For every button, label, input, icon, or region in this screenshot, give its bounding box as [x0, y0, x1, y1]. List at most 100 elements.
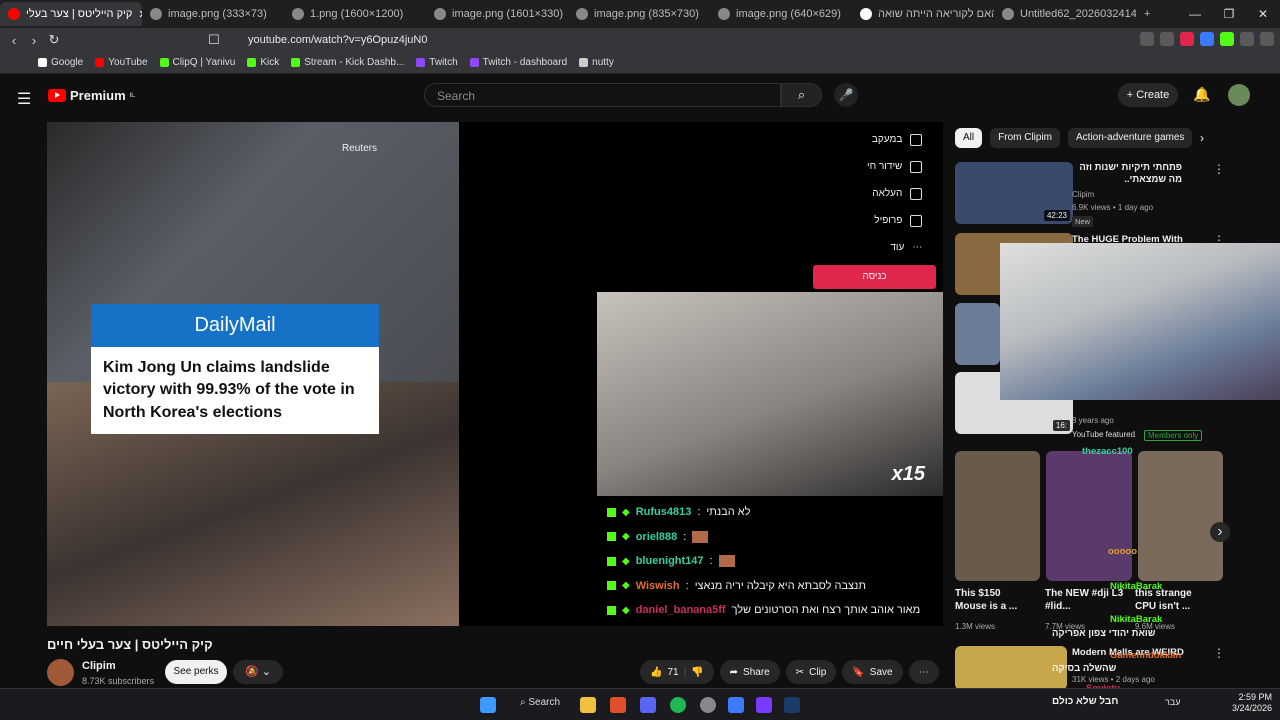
menu-following[interactable]: במעקב [867, 126, 923, 153]
more-dots-icon[interactable]: ⋮ [1213, 646, 1225, 660]
menu-more[interactable]: עוד ⋯ [867, 234, 922, 261]
bookmark-twitch-dashboard[interactable]: Twitch - dashboard [469, 57, 567, 68]
notifications-bell-icon[interactable]: 🔔 [1193, 86, 1210, 103]
channel-name[interactable]: Clipim [82, 660, 116, 672]
create-button[interactable]: + Create [1118, 83, 1178, 107]
tab-youtube[interactable]: קיק הייליטס | צער בעלי✕ [0, 2, 142, 26]
chip-all[interactable]: All [955, 128, 983, 148]
chevron-right-icon[interactable]: › [1200, 131, 1204, 145]
video-player[interactable]: Reuters DailyMail Kim Jong Un claims lan… [47, 122, 943, 626]
kick-badge-icon [607, 532, 616, 542]
window-controls: — ❐ ✕ [1178, 0, 1280, 28]
youtube-logo[interactable]: Premium IL [48, 88, 135, 103]
start-icon[interactable] [480, 697, 496, 713]
chevron-right-icon[interactable]: › [1210, 522, 1230, 542]
share-button[interactable]: ➦ Share [719, 660, 780, 684]
bookmark-google[interactable]: Google [38, 57, 83, 68]
app-icon[interactable] [728, 697, 744, 713]
language-indicator[interactable]: עבר [1165, 697, 1180, 707]
extension-icon[interactable] [1200, 32, 1214, 46]
forward-icon[interactable]: › [24, 33, 44, 48]
channel-avatar[interactable] [47, 659, 74, 686]
more-dots-icon[interactable]: ⋮ [1213, 162, 1225, 176]
minimize-icon[interactable]: — [1178, 0, 1212, 28]
menu-icon[interactable] [1260, 32, 1274, 46]
tab-image-2[interactable]: 1.png (1600×1200) [284, 2, 426, 26]
streamer-webcam: x15 [597, 292, 943, 496]
daily-mail-card: DailyMail Kim Jong Un claims landslide v… [91, 304, 379, 434]
bookmark-kick[interactable]: Kick [247, 57, 279, 68]
spotify-icon[interactable] [670, 697, 686, 713]
account-avatar[interactable] [1228, 84, 1250, 106]
app-icon[interactable] [756, 697, 772, 713]
chip-action-adventure[interactable]: Action-adventure games [1068, 128, 1193, 148]
extension-icon[interactable] [1240, 32, 1254, 46]
close-window-icon[interactable]: ✕ [1246, 0, 1280, 28]
diamond-icon: ◆ [622, 580, 630, 592]
share-icon[interactable] [1160, 32, 1174, 46]
share-icon: ➦ [729, 666, 739, 678]
clip-button[interactable]: ✂ Clip [785, 660, 837, 684]
browser-tab-bar: קיק הייליטס | צער בעלי✕ image.png (333×7… [0, 0, 1280, 28]
steam-icon[interactable] [784, 697, 800, 713]
rec-thumbnail[interactable] [955, 303, 1000, 365]
rec-channel[interactable]: Clipim [1072, 190, 1094, 199]
bookmark-icon[interactable]: ☐ [204, 32, 224, 48]
tab-image-3[interactable]: image.png (1601×330) [426, 2, 568, 26]
tab-image-5[interactable]: image.png (640×629) [710, 2, 852, 26]
tab-korea[interactable]: האם לקוריאה הייתה שואה - [852, 2, 994, 26]
search-input[interactable]: Search [424, 83, 781, 107]
short-title[interactable]: This $150 Mouse is a ... [955, 588, 1035, 613]
short-thumbnail[interactable] [1046, 451, 1132, 581]
bookmark-clipq[interactable]: ClipQ | Yanivu [159, 57, 235, 68]
tab-image-4[interactable]: image.png (835×730) [568, 2, 710, 26]
extension-icon[interactable] [1220, 32, 1234, 46]
search-button[interactable]: ⌕ [781, 83, 822, 107]
tab-untitled[interactable]: Untitled62_20260324145350.p [994, 2, 1136, 26]
short-thumbnail[interactable] [1137, 451, 1223, 581]
bookmark-twitch[interactable]: Twitch [416, 57, 458, 68]
kick-login-button[interactable]: כניסה [813, 265, 936, 289]
tab-label: Untitled62_20260324145350.p [1020, 8, 1136, 20]
reload-icon[interactable]: ↻ [44, 32, 64, 48]
file-explorer-icon[interactable] [580, 697, 596, 713]
discord-icon[interactable] [640, 697, 656, 713]
taskbar-clock[interactable]: 2:59 PM 3/24/2026 [1232, 692, 1272, 714]
rec-thumbnail[interactable]: 42:23 [955, 162, 1073, 224]
more-actions-button[interactable]: ⋯ [908, 660, 939, 684]
kick-badge-icon [607, 581, 616, 591]
menu-profile[interactable]: פרופיל [867, 207, 923, 234]
upload-icon [910, 187, 923, 200]
maximize-icon[interactable]: ❐ [1212, 0, 1246, 28]
more-dots-icon: ⋯ [918, 666, 929, 678]
voice-search-icon[interactable]: 🎤 [834, 83, 858, 107]
rec-title[interactable]: פתחתי תיקיות ישנות וזה מה שמצאתי.. [1072, 162, 1182, 186]
brave-icon[interactable] [610, 697, 626, 713]
taskbar-search[interactable]: ⌕ Search [520, 697, 560, 708]
overlay-chat-user: Gamehndokkan [1110, 650, 1182, 661]
thumbs-down-icon: 👎 [691, 666, 704, 678]
shield-icon[interactable] [1180, 32, 1194, 46]
see-perks-button[interactable]: See perks [165, 660, 227, 684]
back-icon[interactable]: ‹ [4, 33, 24, 48]
menu-upload[interactable]: העלאה [867, 180, 923, 207]
bookmark-kick-dashboard[interactable]: Stream - Kick Dashb... [291, 57, 404, 68]
hamburger-menu-icon[interactable]: ☰ [17, 89, 31, 109]
globe-icon [292, 8, 304, 20]
cast-icon[interactable] [1140, 32, 1154, 46]
menu-live[interactable]: שידור חי [867, 153, 923, 180]
bookmark-youtube[interactable]: YouTube [95, 57, 148, 68]
rec-thumbnail[interactable] [955, 646, 1067, 690]
save-button[interactable]: 🔖 Save [842, 660, 903, 684]
video-duration: 42:23 [1043, 210, 1070, 221]
globe-icon [1002, 8, 1014, 20]
like-button[interactable]: 👍 71 | 👎 [640, 660, 714, 684]
subscribed-bell-button[interactable]: 🔕 ⌄ [233, 660, 283, 684]
steam-icon[interactable] [700, 697, 716, 713]
short-thumbnail[interactable] [955, 451, 1041, 581]
tab-image-1[interactable]: image.png (333×73) [142, 2, 284, 26]
chip-from-clipim[interactable]: From Clipim [990, 128, 1061, 148]
new-tab-button[interactable]: + [1136, 2, 1166, 26]
url-field[interactable]: youtube.com/watch?v=y6Opuz4juN0 [248, 34, 427, 46]
bookmark-nutty[interactable]: nutty [579, 57, 614, 68]
